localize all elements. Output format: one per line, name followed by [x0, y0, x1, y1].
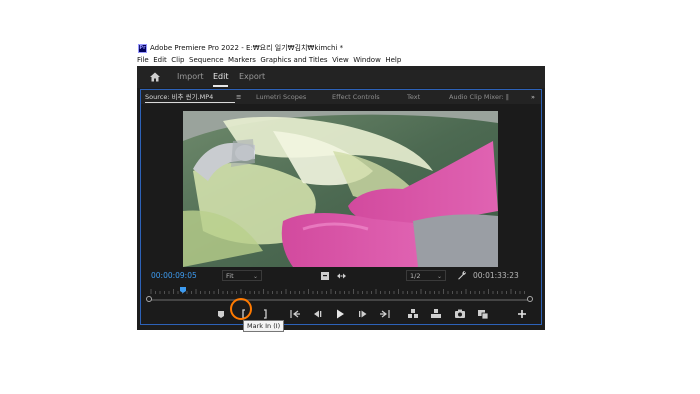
mark-in-highlight-ring: [230, 298, 252, 320]
menu-help[interactable]: Help: [385, 56, 401, 64]
panel-tab-bar: Source: 비추 씬기.MP4 ≡ Lumetri Scopes Effec…: [141, 90, 541, 104]
tab-lumetri-scopes[interactable]: Lumetri Scopes: [256, 90, 306, 104]
chevron-down-icon: ⌄: [252, 273, 258, 280]
panel-overflow-icon[interactable]: »: [531, 90, 535, 104]
menu-markers[interactable]: Markers: [228, 56, 256, 64]
go-to-in-icon[interactable]: [289, 308, 301, 320]
scrollbar-end-handle[interactable]: [527, 296, 533, 302]
menu-file[interactable]: File: [137, 56, 149, 64]
duration-timecode: 00:01:33:23: [473, 271, 519, 280]
menu-window[interactable]: Window: [353, 56, 381, 64]
add-button-icon[interactable]: [516, 308, 528, 320]
overwrite-icon[interactable]: [430, 308, 442, 320]
active-tab-indicator: [213, 85, 228, 87]
export-frame-icon[interactable]: [454, 308, 466, 320]
menu-sequence[interactable]: Sequence: [189, 56, 224, 64]
chevron-down-icon: ⌄: [436, 273, 442, 280]
app-window: Import Edit Export Source: 비추 씬기.MP4 ≡ L…: [137, 66, 545, 330]
play-icon[interactable]: [334, 308, 346, 320]
tab-text[interactable]: Text: [407, 90, 420, 104]
tab-edit[interactable]: Edit: [213, 71, 229, 83]
go-to-out-icon[interactable]: [379, 308, 391, 320]
playhead-timecode[interactable]: 00:00:09:05: [151, 271, 197, 281]
step-forward-icon[interactable]: [357, 308, 369, 320]
menu-edit[interactable]: Edit: [153, 56, 167, 64]
tab-audio-clip-mixer[interactable]: Audio Clip Mixer: ‖: [449, 90, 509, 104]
video-preview[interactable]: [183, 111, 498, 267]
wrench-icon[interactable]: [457, 270, 467, 280]
add-marker-icon[interactable]: [215, 308, 227, 320]
playback-resolution-select[interactable]: 1/2 ⌄: [406, 270, 446, 281]
playhead-marker: [180, 287, 186, 293]
window-title-bar: Pr Adobe Premiere Pro 2022 - E:₩요리 일기₩김치…: [137, 42, 545, 55]
menu-graphics-and-titles[interactable]: Graphics and Titles: [260, 56, 327, 64]
button-editor-icon[interactable]: [477, 308, 489, 320]
source-monitor-panel: Source: 비추 씬기.MP4 ≡ Lumetri Scopes Effec…: [140, 89, 542, 325]
time-ruler[interactable]: [149, 286, 531, 296]
mark-out-icon[interactable]: [259, 308, 271, 320]
window-title: Adobe Premiere Pro 2022 - E:₩요리 일기₩김치₩ki…: [150, 44, 344, 52]
tab-effect-controls[interactable]: Effect Controls: [332, 90, 380, 104]
drag-video-audio-icons[interactable]: [321, 271, 351, 281]
tab-export[interactable]: Export: [239, 71, 265, 83]
active-panel-tab-indicator: [145, 102, 235, 103]
menu-clip[interactable]: Clip: [171, 56, 184, 64]
mark-in-tooltip: Mark In (I): [243, 320, 285, 332]
insert-icon[interactable]: [407, 308, 419, 320]
zoom-select[interactable]: Fit ⌄: [222, 270, 262, 281]
menu-view[interactable]: View: [332, 56, 349, 64]
scrollbar-start-handle[interactable]: [146, 296, 152, 302]
home-icon[interactable]: [149, 71, 161, 83]
menu-bar: File Edit Clip Sequence Markers Graphics and …: [137, 55, 545, 66]
step-back-icon[interactable]: [311, 308, 323, 320]
zoom-scrollbar[interactable]: [149, 299, 531, 301]
panel-menu-icon[interactable]: ≡: [236, 90, 241, 104]
workspace-header: Import Edit Export: [137, 66, 545, 88]
resolution-value: 1/2: [410, 272, 421, 280]
premiere-logo-icon: Pr: [138, 44, 147, 53]
zoom-select-value: Fit: [226, 272, 234, 280]
tab-import[interactable]: Import: [177, 71, 204, 83]
